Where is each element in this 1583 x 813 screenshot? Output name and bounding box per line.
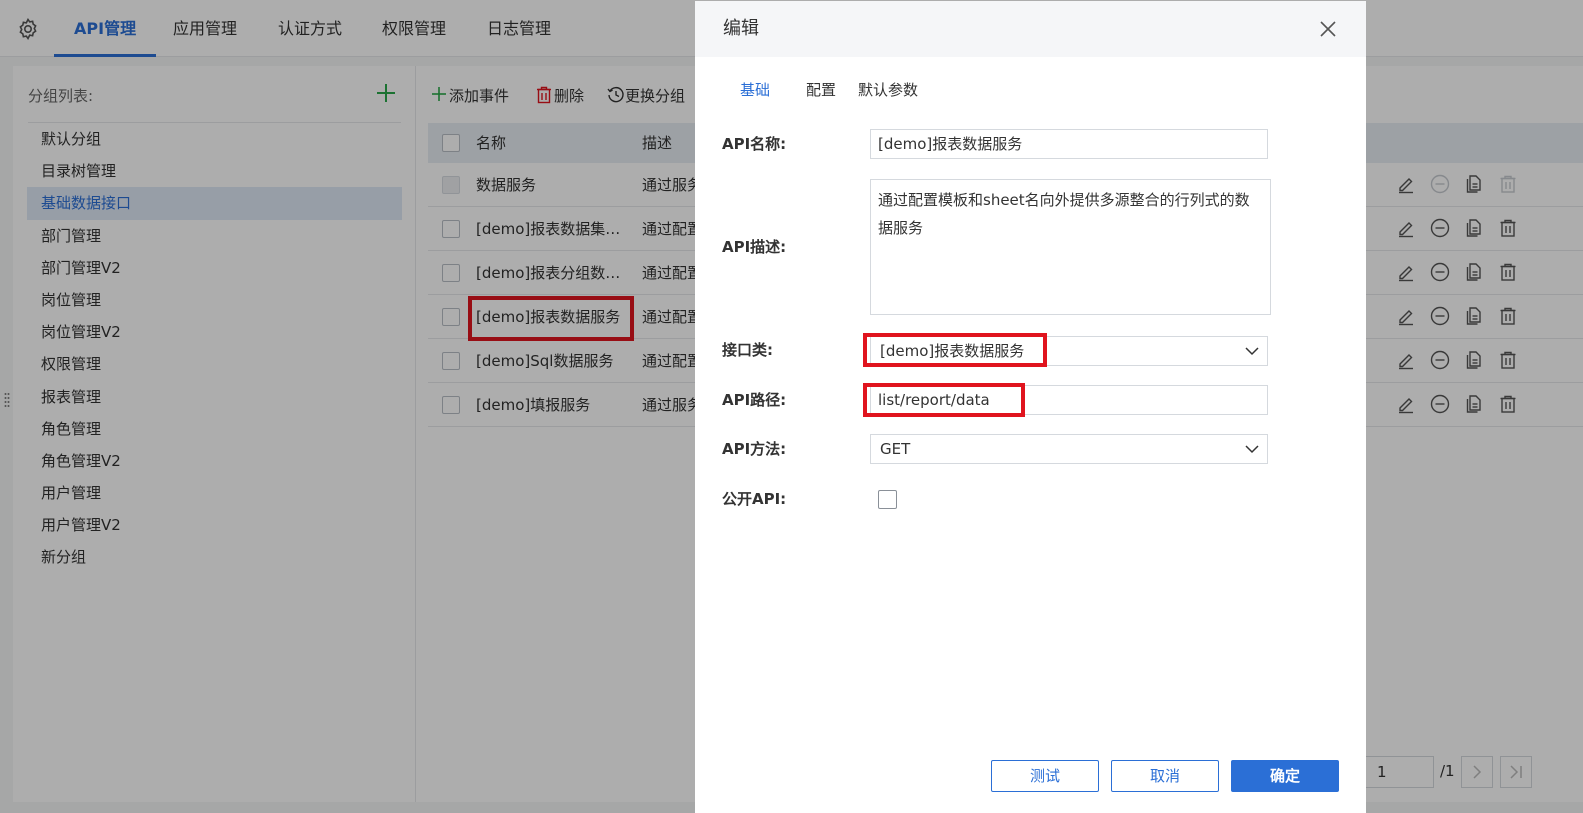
chevron-down-icon bbox=[1245, 445, 1259, 454]
api-name-input[interactable]: [demo]报表数据服务 bbox=[870, 129, 1268, 159]
api-desc-label: API描述: bbox=[722, 238, 787, 256]
confirm-button[interactable]: 确定 bbox=[1231, 760, 1339, 792]
api-method-select[interactable]: GET bbox=[870, 434, 1268, 464]
close-icon[interactable] bbox=[1317, 18, 1339, 40]
edit-dialog: 编辑 基础 配置 默认参数 API名称: [demo]报表数据服务 API描述:… bbox=[695, 1, 1366, 813]
api-method-label: API方法: bbox=[722, 440, 787, 458]
api-desc-textarea[interactable]: 通过配置模板和sheet名向外提供多源整合的行列式的数据服务 bbox=[870, 179, 1271, 315]
dialog-title: 编辑 bbox=[723, 18, 759, 39]
chevron-down-icon bbox=[1245, 347, 1259, 356]
tab-default-params[interactable]: 默认参数 bbox=[858, 79, 918, 101]
public-api-checkbox[interactable] bbox=[878, 490, 897, 509]
interface-class-label: 接口类: bbox=[722, 341, 773, 359]
dialog-header: 编辑 bbox=[695, 1, 1366, 57]
public-api-label: 公开API: bbox=[722, 490, 787, 508]
tab-config[interactable]: 配置 bbox=[806, 79, 836, 101]
api-method-value: GET bbox=[880, 440, 911, 458]
cancel-button[interactable]: 取消 bbox=[1111, 760, 1219, 792]
api-name-label: API名称: bbox=[722, 135, 787, 153]
highlight-box bbox=[863, 383, 1025, 417]
api-path-label: API路径: bbox=[722, 391, 787, 409]
test-button[interactable]: 测试 bbox=[991, 760, 1099, 792]
tab-basic[interactable]: 基础 bbox=[740, 79, 770, 101]
highlight-box bbox=[863, 333, 1047, 367]
